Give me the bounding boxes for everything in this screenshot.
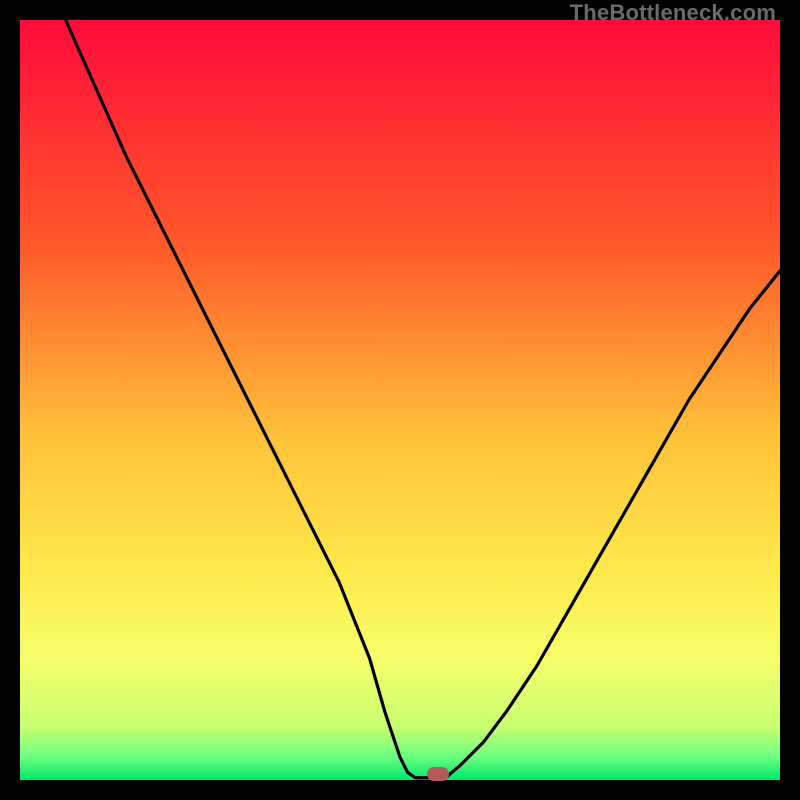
watermark-text: TheBottleneck.com: [570, 0, 776, 26]
gradient-background: [20, 20, 780, 780]
bottleneck-chart: [20, 20, 780, 780]
optimal-point-marker: [427, 767, 449, 781]
chart-frame: { "watermark": "TheBottleneck.com", "col…: [0, 0, 800, 800]
